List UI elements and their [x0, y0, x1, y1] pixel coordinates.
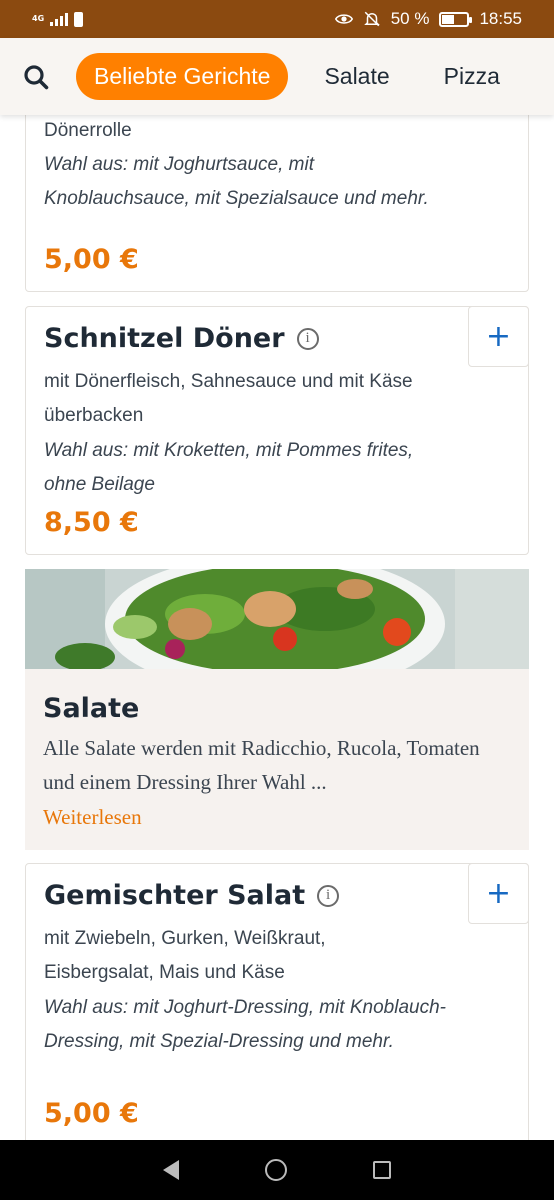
dish-description: mit Dönerfleisch, Sahnesauce und mit Käs…	[44, 371, 413, 426]
status-right: 50 % 18:55	[334, 9, 522, 29]
category-description: Alle Salate werden mit Radicchio, Rucola…	[43, 736, 480, 794]
dish-price: 5,00 €	[44, 1098, 139, 1129]
home-icon[interactable]	[265, 1159, 287, 1181]
network-type: 4G	[32, 14, 45, 23]
add-to-cart-button[interactable]: +	[468, 306, 529, 367]
dish-price: 5,00 €	[44, 244, 139, 275]
battery-small-icon	[74, 11, 84, 27]
search-button[interactable]	[0, 38, 72, 115]
recent-apps-icon[interactable]	[373, 1161, 391, 1179]
dish-card[interactable]: Dönerrolle Wahl aus: mit Joghurtsauce, m…	[25, 115, 529, 292]
back-icon[interactable]	[163, 1160, 179, 1180]
add-to-cart-button[interactable]: +	[468, 863, 529, 924]
category-tab-pizza[interactable]: Pizza	[426, 53, 518, 100]
info-icon[interactable]: i	[317, 884, 340, 907]
dish-card[interactable]: Gemischter Salat i + mit Zwiebeln, Gurke…	[25, 863, 529, 1140]
read-more-link[interactable]: Weiterlesen	[43, 805, 142, 830]
dish-options: Wahl aus: mit Joghurtsauce, mit Knoblauc…	[44, 154, 429, 209]
eye-icon	[334, 14, 353, 24]
clock: 18:55	[479, 9, 522, 28]
dish-options: Wahl aus: mit Kroketten, mit Pommes frit…	[44, 440, 414, 495]
category-tab-salate[interactable]: Salate	[306, 53, 407, 100]
dish-card[interactable]: Schnitzel Döner i + mit Dönerfleisch, Sa…	[25, 306, 529, 555]
battery-icon	[439, 11, 473, 27]
menu-list[interactable]: Dönerrolle Wahl aus: mit Joghurtsauce, m…	[0, 115, 554, 1140]
category-tab-beliebte-gerichte[interactable]: Beliebte Gerichte	[76, 53, 289, 100]
category-section-salate: Salate Alle Salate werden mit Radicchio,…	[25, 569, 529, 850]
category-title: Salate	[43, 693, 140, 724]
search-icon	[24, 64, 49, 89]
dish-name: Schnitzel Döner	[44, 323, 285, 354]
salad-illustration	[25, 569, 529, 669]
category-nav: Beliebte Gerichte Salate Pizza	[0, 38, 554, 115]
system-navigation-bar	[0, 1140, 554, 1200]
dish-title-row: Gemischter Salat i	[44, 880, 340, 911]
status-bar: 4G 50 % 18:55	[0, 0, 554, 38]
dish-description: Dönerrolle	[44, 120, 132, 141]
battery-percent: 50 %	[390, 9, 430, 28]
bell-off-icon	[363, 11, 380, 27]
info-icon[interactable]: i	[296, 327, 319, 350]
salad-image	[25, 569, 529, 669]
dish-options: Wahl aus: mit Joghurt-Dressing, mit Knob…	[44, 997, 446, 1052]
dish-title-row: Schnitzel Döner i	[44, 323, 319, 354]
dish-description: mit Zwiebeln, Gurken, Weißkraut, Eisberg…	[44, 928, 326, 983]
status-left: 4G	[32, 11, 84, 27]
dish-name: Gemischter Salat	[44, 880, 306, 911]
signal-icon	[50, 12, 69, 26]
dish-price: 8,50 €	[44, 507, 139, 538]
